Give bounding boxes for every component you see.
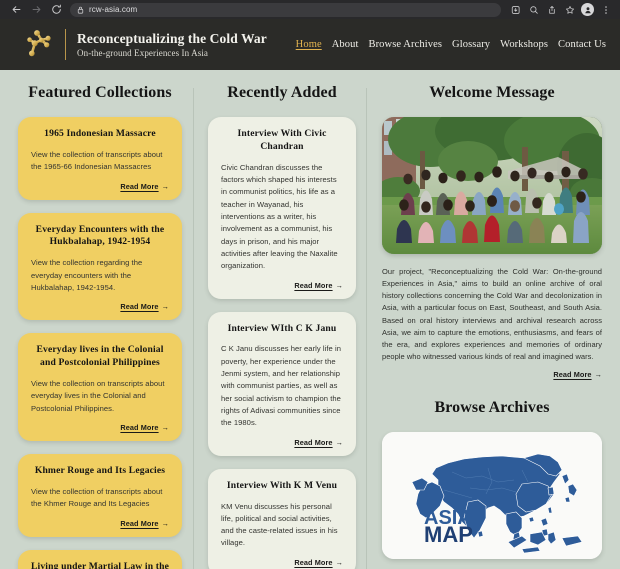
install-app-icon[interactable] (507, 2, 524, 18)
forward-arrow-icon[interactable] (26, 2, 46, 18)
molecule-logo-icon (24, 27, 54, 63)
nav-link-browse-archives[interactable]: Browse Archives (368, 39, 442, 50)
read-more-link[interactable]: Read More → (120, 423, 169, 432)
interview-card[interactable]: Interview WIth C K Janu C K Janu discuss… (208, 311, 356, 456)
group-photo (382, 117, 602, 254)
nav-link-glossary[interactable]: Glossary (452, 39, 490, 50)
featured-collections-column: Featured Collections 1965 Indonesian Mas… (0, 84, 196, 569)
welcome-message-text: Our project, "Reconceptualizing the Cold… (382, 267, 602, 361)
read-more-link[interactable]: Read More → (553, 370, 602, 379)
interview-card[interactable]: Interview With Civic Chandran Civic Chan… (208, 117, 356, 299)
card-title: Interview With K M Venu (226, 479, 338, 491)
share-icon[interactable] (543, 2, 560, 18)
asia-map-card[interactable]: ASIA MAP (382, 432, 602, 560)
arrow-right-icon: → (594, 370, 602, 380)
card-body: View the collection on transcripts about… (31, 379, 165, 413)
nav-link-contact-us[interactable]: Contact Us (558, 39, 606, 50)
recently-added-heading: Recently Added (227, 84, 337, 101)
read-more-label: Read More (120, 181, 159, 191)
card-body: View the collection of transcripts about… (31, 487, 163, 509)
brand-divider (65, 29, 66, 60)
kebab-menu-icon[interactable] (597, 2, 614, 18)
card-body: KM Venu discusses his personal life, pol… (221, 501, 338, 548)
card-body: C K Janu discusses her early life in pov… (221, 344, 341, 428)
card-title: Interview WIth C K Janu (227, 322, 337, 334)
card-title: Living under Martial Law in the Philippi… (31, 560, 169, 569)
browse-archives-heading: Browse Archives (434, 399, 550, 417)
arrow-right-icon: → (335, 557, 343, 567)
site-subtitle: On-the-ground Experiences In Asia (77, 47, 209, 58)
browser-actions (507, 2, 614, 18)
read-more-link[interactable]: Read More → (120, 182, 169, 191)
site-header: Reconceptualizing the Cold War On-the-gr… (0, 19, 620, 70)
lock-icon (77, 6, 84, 14)
read-more-link[interactable]: Read More → (294, 281, 343, 290)
address-bar[interactable]: rcw-asia.com (70, 2, 501, 17)
url-text: rcw-asia.com (89, 5, 138, 14)
card-title: Everyday lives in the Colonial and Postc… (36, 344, 164, 369)
arrow-right-icon: → (335, 437, 343, 447)
card-body: View the collection regarding the everyd… (31, 258, 143, 292)
main-navigation: Home About Browse Archives Glossary Work… (296, 39, 606, 50)
arrow-right-icon: → (161, 302, 169, 312)
read-more-label: Read More (120, 518, 159, 528)
card-body: Civic Chandran discusses the factors whi… (221, 162, 338, 271)
arrow-right-icon: → (335, 280, 343, 290)
collection-card[interactable]: Khmer Rouge and Its Legacies View the co… (18, 454, 182, 537)
collection-card[interactable]: Living under Martial Law in the Philippi… (18, 549, 182, 569)
recently-added-column: Recently Added Interview With Civic Chan… (196, 84, 368, 569)
featured-collections-heading: Featured Collections (28, 84, 172, 101)
read-more-label: Read More (553, 370, 592, 380)
map-label-map: MAP (424, 522, 473, 547)
collection-card[interactable]: 1965 Indonesian Massacre View the collec… (18, 117, 182, 200)
arrow-right-icon: → (161, 518, 169, 528)
read-more-link[interactable]: Read More → (120, 519, 169, 528)
read-more-link[interactable]: Read More → (294, 558, 343, 567)
read-more-label: Read More (120, 423, 159, 433)
collection-card[interactable]: Everyday lives in the Colonial and Postc… (18, 333, 182, 442)
collection-card[interactable]: Everyday Encounters with the Hukbalahap,… (18, 212, 182, 321)
read-more-link[interactable]: Read More → (294, 438, 343, 447)
card-title: 1965 Indonesian Massacre (44, 128, 156, 139)
nav-link-about[interactable]: About (332, 39, 359, 50)
arrow-right-icon: → (161, 423, 169, 433)
arrow-right-icon: → (161, 181, 169, 191)
zoom-icon[interactable] (525, 2, 542, 18)
back-arrow-icon[interactable] (6, 2, 26, 18)
read-more-label: Read More (294, 437, 333, 447)
profile-avatar-icon[interactable] (579, 2, 596, 18)
welcome-browse-column: Welcome Message Our project, "Reconceptu… (368, 84, 620, 569)
card-title: Khmer Rouge and Its Legacies (34, 465, 166, 477)
bookmark-star-icon[interactable] (561, 2, 578, 18)
page-content: Featured Collections 1965 Indonesian Mas… (0, 70, 620, 569)
card-title: Everyday Encounters with the Hukbalahap,… (35, 223, 165, 248)
nav-link-workshops[interactable]: Workshops (500, 39, 548, 50)
card-title: Interview With Civic Chandran (237, 128, 327, 152)
nav-link-home[interactable]: Home (296, 39, 322, 50)
read-more-link[interactable]: Read More → (120, 302, 169, 311)
browser-toolbar: rcw-asia.com (0, 0, 620, 19)
read-more-label: Read More (120, 302, 159, 312)
reload-icon[interactable] (46, 2, 66, 18)
brand[interactable]: Reconceptualizing the Cold War On-the-gr… (24, 27, 267, 63)
interview-card[interactable]: Interview With K M Venu KM Venu discusse… (208, 468, 356, 569)
read-more-label: Read More (294, 280, 333, 290)
site-title: Reconceptualizing the Cold War (77, 31, 267, 47)
card-body: View the collection of transcripts about… (31, 149, 163, 172)
read-more-label: Read More (294, 557, 333, 567)
welcome-message-heading: Welcome Message (429, 84, 555, 101)
